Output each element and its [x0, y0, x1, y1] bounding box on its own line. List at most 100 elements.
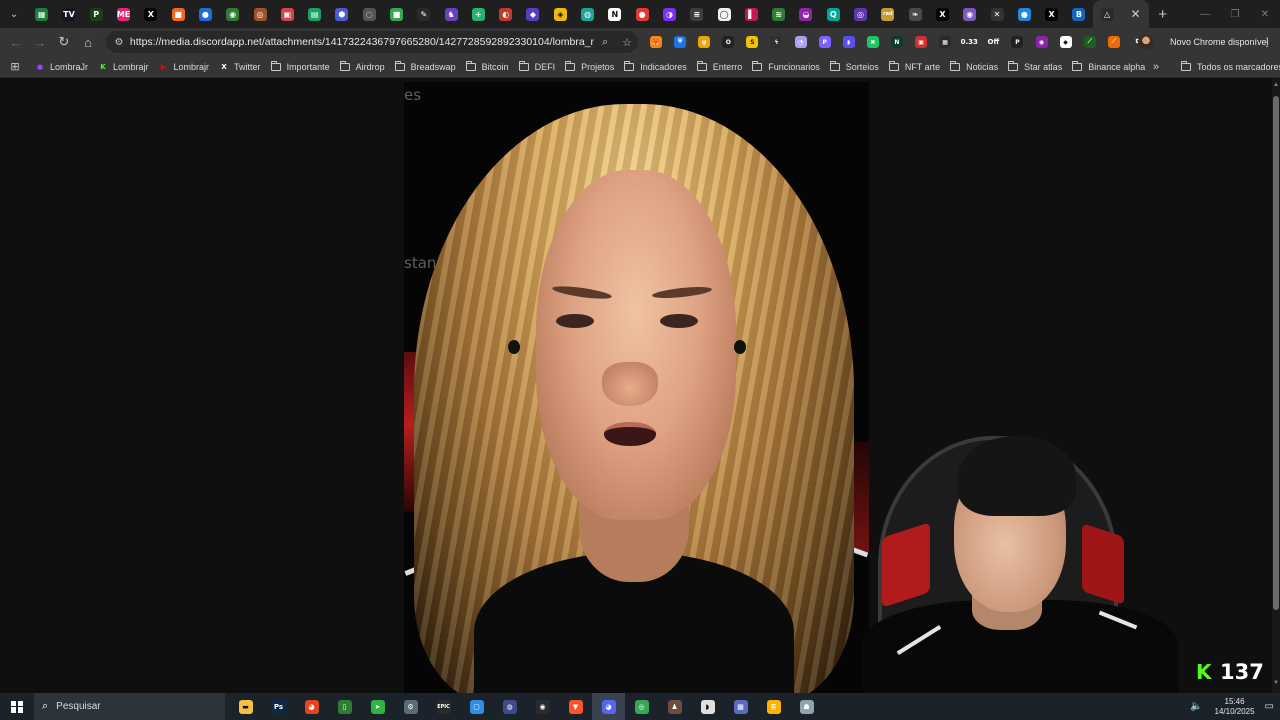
taskbar-app-obs-like-icon[interactable]: ◕: [295, 693, 328, 720]
browser-tab[interactable]: ◌: [356, 0, 383, 28]
scroll-up-icon[interactable]: ▲: [1272, 82, 1280, 92]
bookmark-folder[interactable]: Importante: [266, 57, 335, 77]
more-bookmarks-icon[interactable]: »: [1148, 56, 1164, 78]
extension-qr-icon[interactable]: ▦: [935, 32, 955, 52]
minimize-button[interactable]: —: [1190, 0, 1220, 28]
extension-red-bag-icon[interactable]: ▣: [911, 32, 931, 52]
bookmark-folder[interactable]: Projetos: [560, 57, 619, 77]
extension-diamond-icon[interactable]: ◆: [1056, 32, 1076, 52]
taskbar-app-stack-icon[interactable]: ≣: [757, 693, 790, 720]
extension-s-icon[interactable]: S: [742, 32, 762, 52]
browser-tab[interactable]: ❧: [902, 0, 929, 28]
browser-tab[interactable]: ◉: [219, 0, 246, 28]
browser-tab[interactable]: ≡: [683, 0, 710, 28]
browser-tab[interactable]: ◆: [519, 0, 546, 28]
browser-tab[interactable]: ■: [164, 0, 191, 28]
extension-o-icon[interactable]: O: [718, 32, 738, 52]
bookmark-folder[interactable]: Sorteios: [825, 57, 884, 77]
tab-search-button[interactable]: ⌄: [0, 0, 28, 28]
bookmark-folder[interactable]: Bitcoin: [461, 57, 514, 77]
forward-button[interactable]: →: [28, 30, 52, 54]
browser-tab[interactable]: ◐: [492, 0, 519, 28]
browser-tab[interactable]: ♞: [437, 0, 464, 28]
taskbar-app-calculator-icon[interactable]: ▦: [724, 693, 757, 720]
new-tab-button[interactable]: +: [1149, 6, 1177, 23]
restore-button[interactable]: ❐: [1220, 0, 1250, 28]
active-tab[interactable]: △ ✕: [1092, 0, 1149, 28]
browser-tab[interactable]: ●: [629, 0, 656, 28]
close-tab-icon[interactable]: ✕: [1131, 7, 1141, 21]
extension-n-icon[interactable]: N: [887, 32, 907, 52]
browser-tab[interactable]: ✎: [410, 0, 437, 28]
taskbar-app-white-shape-icon[interactable]: ◗: [691, 693, 724, 720]
browser-tab[interactable]: ◉: [956, 0, 983, 28]
taskbar-app-green-arrow-icon[interactable]: ➤: [361, 693, 394, 720]
bookmark-folder[interactable]: DEFI: [514, 57, 561, 77]
extension-violet-circle-icon[interactable]: ◉: [1032, 32, 1052, 52]
browser-tab[interactable]: X: [1038, 0, 1065, 28]
extension-counter-icon[interactable]: 0.33: [959, 32, 979, 52]
browser-tab[interactable]: ▌: [738, 0, 765, 28]
extension-chart-icon[interactable]: ⟋: [1080, 32, 1100, 52]
apps-grid-icon[interactable]: ⊞: [0, 60, 30, 73]
browser-tab[interactable]: ◑: [656, 0, 683, 28]
browser-tab[interactable]: ◎: [246, 0, 273, 28]
browser-tab[interactable]: rad: [874, 0, 901, 28]
back-button[interactable]: ←: [4, 30, 28, 54]
extension-phantom-icon[interactable]: ψ: [694, 32, 714, 52]
scroll-down-icon[interactable]: ▼: [1272, 680, 1280, 690]
bookmark-star-icon[interactable]: ☆: [616, 36, 638, 49]
taskbar-app-book-app-icon[interactable]: ▯: [328, 693, 361, 720]
browser-tab[interactable]: ●: [192, 0, 219, 28]
extension-ghost-icon[interactable]: ◔: [791, 32, 811, 52]
taskbar-app-launcher-icon[interactable]: ◍: [493, 693, 526, 720]
video-frame[interactable]: es stando: [404, 82, 869, 693]
browser-tab[interactable]: ▣: [274, 0, 301, 28]
taskbar-search[interactable]: ⌕ Pesquisar: [34, 693, 225, 720]
bookmark-folder[interactable]: Airdrop: [335, 57, 390, 77]
url-text[interactable]: https://media.discordapp.net/attachments…: [130, 36, 594, 48]
taskbar-app-brave-icon[interactable]: ▼: [559, 693, 592, 720]
extension-lightning-icon[interactable]: ϟ: [766, 32, 786, 52]
browser-tab[interactable]: ■: [383, 0, 410, 28]
bookmark-folder[interactable]: Enterro: [692, 57, 748, 77]
browser-tab[interactable]: P: [83, 0, 110, 28]
browser-tab[interactable]: ME: [110, 0, 137, 28]
bookmark-folder[interactable]: Star atlas: [1003, 57, 1067, 77]
bookmark-folder[interactable]: Breadswap: [390, 57, 461, 77]
taskbar-app-photoshop-icon[interactable]: Ps: [262, 693, 295, 720]
notification-icon[interactable]: ▭: [1265, 701, 1274, 712]
browser-tab[interactable]: ◈: [547, 0, 574, 28]
start-button[interactable]: [0, 693, 34, 720]
extension-p-black-icon[interactable]: P: [1007, 32, 1027, 52]
bookmark-link[interactable]: ▶ Lombrajr: [154, 57, 215, 77]
site-info-icon[interactable]: ⚙: [108, 37, 130, 48]
menu-kebab-icon[interactable]: ⋮: [1258, 32, 1276, 52]
bookmark-link[interactable]: X Twitter: [214, 57, 266, 77]
taskbar-app-character-icon[interactable]: ♟: [658, 693, 691, 720]
bookmark-link[interactable]: ● LombraJr: [30, 57, 93, 77]
volume-icon[interactable]: 🔈: [1190, 701, 1202, 712]
bookmark-folder[interactable]: NFT arte: [884, 57, 945, 77]
browser-tab[interactable]: ≋: [765, 0, 792, 28]
browser-tab[interactable]: Q: [820, 0, 847, 28]
extension-x-green-icon[interactable]: ✖: [863, 32, 883, 52]
taskbar-app-steam-icon[interactable]: ⚙: [394, 693, 427, 720]
bookmark-folder[interactable]: Indicadores: [619, 57, 692, 77]
taskbar-app-chrome-icon[interactable]: ◎: [625, 693, 658, 720]
browser-tab[interactable]: X: [137, 0, 164, 28]
browser-tab[interactable]: ▦: [28, 0, 55, 28]
browser-tab[interactable]: ✕: [983, 0, 1010, 28]
browser-tab[interactable]: ◯: [710, 0, 737, 28]
profile-avatar[interactable]: [1138, 34, 1154, 50]
extension-fox-icon[interactable]: 🦊: [646, 32, 666, 52]
bookmark-folder[interactable]: Funcionarios: [747, 57, 825, 77]
taskbar-app-discord-icon[interactable]: ◕: [592, 693, 625, 720]
extension-rabbit-icon[interactable]: ◗: [839, 32, 859, 52]
extension-off-icon[interactable]: Off: [983, 32, 1003, 52]
browser-tab[interactable]: ◍: [574, 0, 601, 28]
browser-tab[interactable]: ◎: [847, 0, 874, 28]
close-window-button[interactable]: ✕: [1250, 0, 1280, 28]
taskbar-app-blue-app-icon[interactable]: ▢: [460, 693, 493, 720]
browser-tab[interactable]: ⬢: [328, 0, 355, 28]
